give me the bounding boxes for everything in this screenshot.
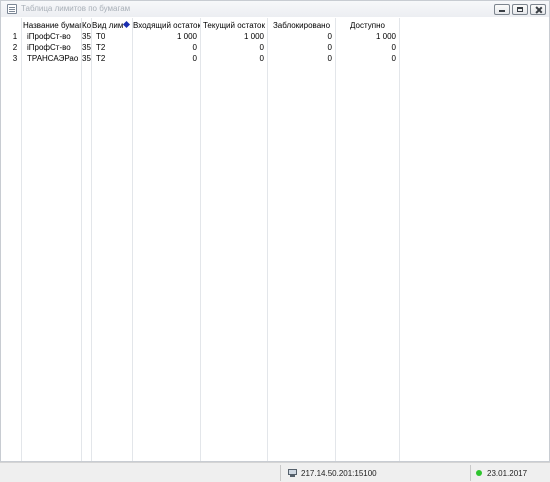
status-date: 23.01.2017 bbox=[487, 469, 528, 478]
cell-current: 0 bbox=[259, 43, 264, 52]
cell-blocked: 0 bbox=[327, 43, 332, 52]
connection-status-icon bbox=[476, 470, 482, 476]
column-header-current[interactable]: Текущий остаток bbox=[201, 21, 267, 31]
column-divider[interactable] bbox=[200, 18, 201, 461]
column-header-incoming[interactable]: Входящий остаток bbox=[133, 21, 200, 31]
cell-limit-type: T2 bbox=[96, 43, 106, 52]
connection-address: 217.14.50.201:15100 bbox=[301, 469, 377, 478]
cell-available: 0 bbox=[391, 54, 396, 63]
row-number: 3 bbox=[12, 54, 18, 63]
window-title: Таблица лимитов по бумагам bbox=[21, 4, 131, 13]
cell-code: 35 bbox=[82, 54, 91, 63]
column-header-code[interactable]: Ко bbox=[82, 21, 91, 31]
status-divider bbox=[470, 465, 471, 481]
maximize-button[interactable] bbox=[512, 4, 528, 15]
cell-blocked: 0 bbox=[327, 32, 332, 41]
limits-table: Название бумаги Ко Вид лим Входящий оста… bbox=[1, 18, 549, 461]
status-bar: 217.14.50.201:15100 23.01.2017 bbox=[0, 462, 550, 482]
row-number: 1 bbox=[12, 32, 18, 41]
cell-current: 1 000 bbox=[243, 32, 264, 41]
close-button[interactable] bbox=[530, 4, 546, 15]
column-header-limit-type[interactable]: Вид лим bbox=[92, 21, 124, 31]
column-divider[interactable] bbox=[21, 18, 22, 461]
column-header-blocked[interactable]: Заблокировано bbox=[268, 21, 335, 31]
cell-blocked: 0 bbox=[327, 54, 332, 63]
cell-available: 0 bbox=[391, 43, 396, 52]
status-divider bbox=[280, 465, 281, 481]
cell-name: ТРАНСАЭРао bbox=[27, 54, 79, 63]
column-header-available[interactable]: Доступно bbox=[336, 21, 399, 31]
cell-current: 0 bbox=[259, 54, 264, 63]
sort-indicator-icon bbox=[122, 20, 131, 29]
limits-table-window: Таблица лимитов по бумагам Название бума… bbox=[0, 0, 550, 462]
title-bar[interactable]: Таблица лимитов по бумагам bbox=[1, 1, 549, 17]
column-divider[interactable] bbox=[399, 18, 400, 461]
cell-limit-type: T0 bbox=[96, 32, 106, 41]
cell-code: 35 bbox=[82, 43, 91, 52]
column-divider[interactable] bbox=[91, 18, 92, 461]
cell-available: 1 000 bbox=[375, 32, 396, 41]
network-connection-icon bbox=[288, 469, 297, 477]
column-divider[interactable] bbox=[132, 18, 133, 461]
column-divider[interactable] bbox=[335, 18, 336, 461]
row-number: 2 bbox=[12, 43, 18, 52]
minimize-button[interactable] bbox=[494, 4, 510, 15]
column-divider[interactable] bbox=[267, 18, 268, 461]
cell-incoming: 1 000 bbox=[176, 32, 197, 41]
cell-incoming: 0 bbox=[192, 43, 197, 52]
cell-name: iПрофСт-во bbox=[27, 32, 71, 41]
cell-limit-type: T2 bbox=[96, 54, 106, 63]
cell-name: iПрофСт-во bbox=[27, 43, 71, 52]
column-divider[interactable] bbox=[81, 18, 82, 461]
table-icon bbox=[7, 4, 17, 14]
cell-incoming: 0 bbox=[192, 54, 197, 63]
window-controls bbox=[494, 4, 546, 15]
column-header-name[interactable]: Название бумаги bbox=[23, 21, 81, 31]
cell-code: 35 bbox=[82, 32, 91, 41]
